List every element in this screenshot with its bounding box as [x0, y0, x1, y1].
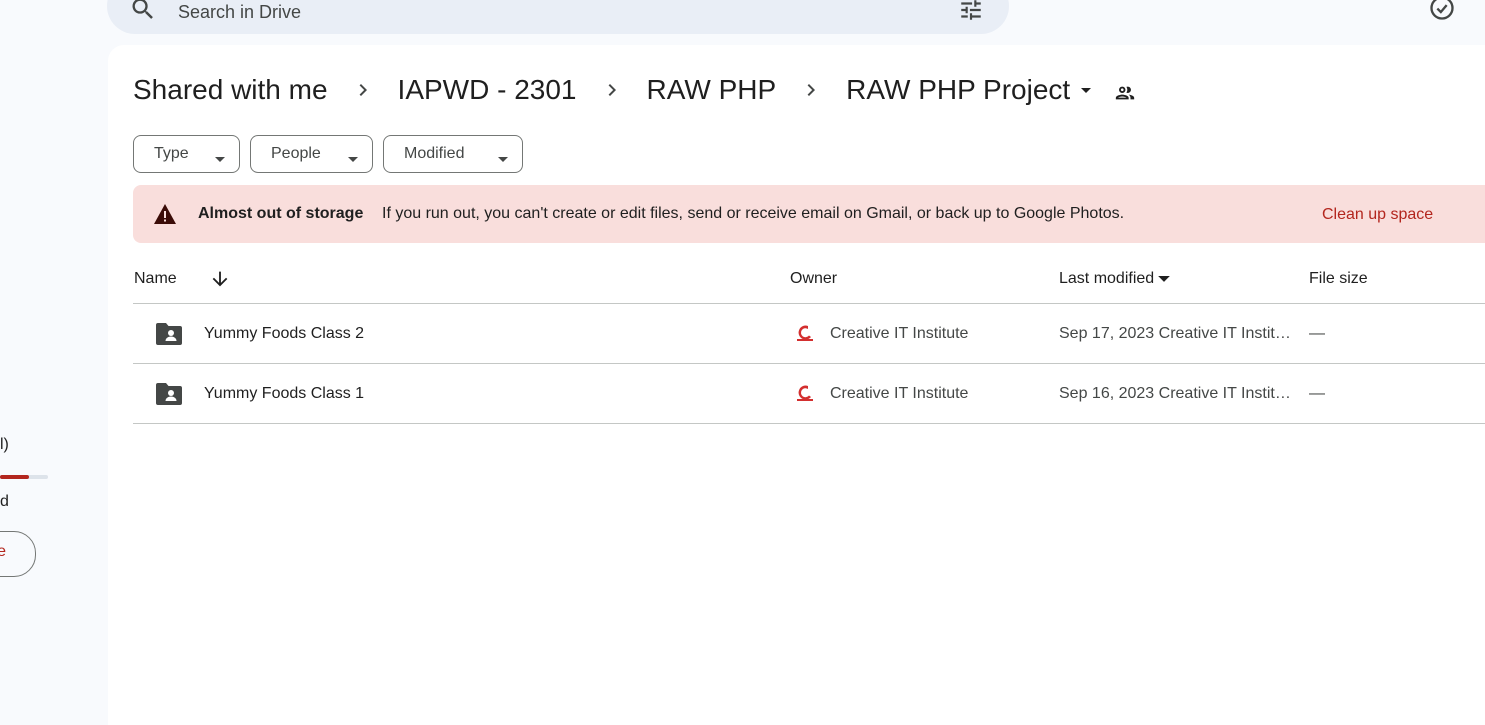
breadcrumb: Shared with me IAPWD - 2301 RAW PHP RAW … — [133, 70, 1136, 110]
arrow-drop-down-icon[interactable] — [1074, 78, 1098, 102]
search-bar[interactable]: Search in Drive — [107, 0, 1009, 34]
file-size-value: — — [1309, 385, 1325, 402]
table-row[interactable]: Yummy Foods Class 2 Creative IT Institut… — [133, 304, 1485, 364]
people-filter-label: People — [271, 145, 321, 162]
arrow-drop-down-icon — [348, 150, 358, 168]
owner-avatar-icon — [793, 321, 817, 345]
shared-folder-icon — [156, 383, 182, 405]
get-more-storage-button[interactable]: e — [0, 531, 36, 577]
modified-filter-chip[interactable]: Modified — [383, 135, 523, 173]
owner-avatar-icon — [793, 381, 817, 405]
arrow-drop-down-icon — [498, 150, 508, 168]
storage-label-fragment: l) — [0, 436, 9, 453]
arrow-drop-down-icon — [1158, 270, 1171, 288]
last-modified-label: Last modified — [1059, 270, 1155, 288]
modified-filter-label: Modified — [404, 145, 465, 162]
column-header-owner[interactable]: Owner — [790, 270, 837, 288]
type-filter-label: Type — [154, 145, 189, 162]
tune-icon[interactable] — [958, 0, 984, 23]
owner-name: Creative IT Institute — [830, 325, 969, 342]
table-row[interactable]: Yummy Foods Class 1 Creative IT Institut… — [133, 364, 1485, 424]
file-size-value: — — [1309, 325, 1325, 342]
column-header-name[interactable]: Name — [134, 270, 177, 288]
search-input[interactable]: Search in Drive — [178, 2, 301, 23]
file-name[interactable]: Yummy Foods Class 1 — [204, 385, 364, 403]
breadcrumb-item-shared[interactable]: Shared with me — [133, 74, 328, 106]
file-name[interactable]: Yummy Foods Class 2 — [204, 325, 364, 343]
column-header-last-modified[interactable]: Last modified — [1059, 270, 1171, 288]
people-filter-chip[interactable]: People — [250, 135, 373, 173]
warning-icon — [153, 203, 177, 225]
clean-up-space-button[interactable]: Clean up space — [1322, 206, 1433, 224]
arrow-down-icon[interactable] — [209, 268, 231, 290]
breadcrumb-item-iapwd[interactable]: IAPWD - 2301 — [398, 74, 577, 106]
storage-used-fragment: d — [0, 493, 9, 510]
banner-title: Almost out of storage — [198, 205, 364, 222]
last-modified-value: Sep 16, 2023 Creative IT Institute — [1059, 385, 1293, 402]
storage-warning-banner: Almost out of storage If you run out, yo… — [133, 185, 1485, 243]
chevron-right-icon — [351, 78, 375, 102]
ready-for-offline-icon[interactable] — [1428, 0, 1456, 22]
get-storage-label: e — [0, 543, 6, 560]
storage-progress-fill — [0, 475, 29, 479]
type-filter-chip[interactable]: Type — [133, 135, 240, 173]
owner-name: Creative IT Institute — [830, 385, 969, 402]
banner-message: If you run out, you can't create or edit… — [382, 205, 1125, 222]
chevron-right-icon — [600, 78, 624, 102]
arrow-drop-down-icon — [215, 150, 225, 168]
storage-progress-bar — [0, 475, 48, 479]
breadcrumb-item-raw-php[interactable]: RAW PHP — [647, 74, 777, 106]
last-modified-value: Sep 17, 2023 Creative IT Institute — [1059, 325, 1293, 342]
chevron-right-icon — [799, 78, 823, 102]
file-list-header: Name Owner Last modified File size — [133, 258, 1485, 304]
search-icon[interactable] — [129, 0, 157, 23]
shared-folder-icon — [156, 323, 182, 345]
breadcrumb-item-current-folder[interactable]: RAW PHP Project — [846, 74, 1070, 106]
column-header-file-size[interactable]: File size — [1309, 270, 1368, 288]
shared-people-icon[interactable] — [1114, 79, 1136, 101]
